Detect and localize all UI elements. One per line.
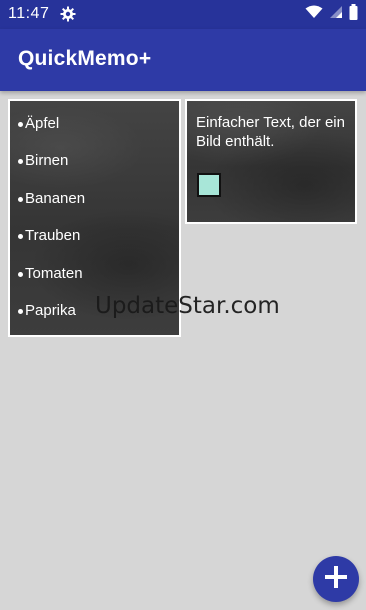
bullet-icon: [18, 196, 23, 202]
app-bar: QuickMemo+: [0, 29, 366, 91]
wifi-icon: [305, 5, 323, 24]
list-item: Äpfel: [18, 114, 85, 151]
bullet-icon: [18, 159, 23, 165]
app-title: QuickMemo+: [18, 47, 152, 70]
note-text: Einfacher Text, der ein Bild enthält.: [196, 114, 345, 150]
list-item-label: Trauben: [25, 227, 81, 245]
watermark: UpdateStar.com: [95, 293, 280, 319]
status-bar: 11:47: [0, 0, 366, 29]
list-item-label: Äpfel: [25, 115, 60, 132]
list-item: Tomaten: [18, 264, 85, 301]
settings-icon: [60, 6, 76, 22]
bullet-icon: [18, 234, 23, 240]
note-image-thumbnail: [197, 173, 221, 197]
list-item: Trauben: [18, 226, 85, 263]
status-time: 11:47: [8, 5, 50, 22]
list-item: Birnen: [18, 151, 85, 188]
list-item-label: Bananen: [25, 189, 86, 207]
bullet-icon: [18, 308, 23, 314]
plus-icon: [323, 564, 349, 595]
bullet-icon: [18, 122, 23, 127]
signal-icon: [329, 5, 343, 24]
note-list: Äpfel Birnen Bananen Trauben Tomaten Pap…: [18, 114, 85, 335]
add-note-button[interactable]: [313, 556, 359, 602]
list-item-label: Tomaten: [25, 264, 83, 282]
status-icons: [305, 3, 358, 25]
note-card-text[interactable]: Einfacher Text, der ein Bild enthält.: [185, 99, 357, 224]
list-item: Paprika: [18, 301, 85, 335]
battery-icon: [349, 3, 358, 25]
list-item-label: Birnen: [25, 152, 69, 170]
list-item-label: Paprika: [25, 301, 76, 319]
list-item: Bananen: [18, 189, 85, 226]
bullet-icon: [18, 271, 23, 277]
